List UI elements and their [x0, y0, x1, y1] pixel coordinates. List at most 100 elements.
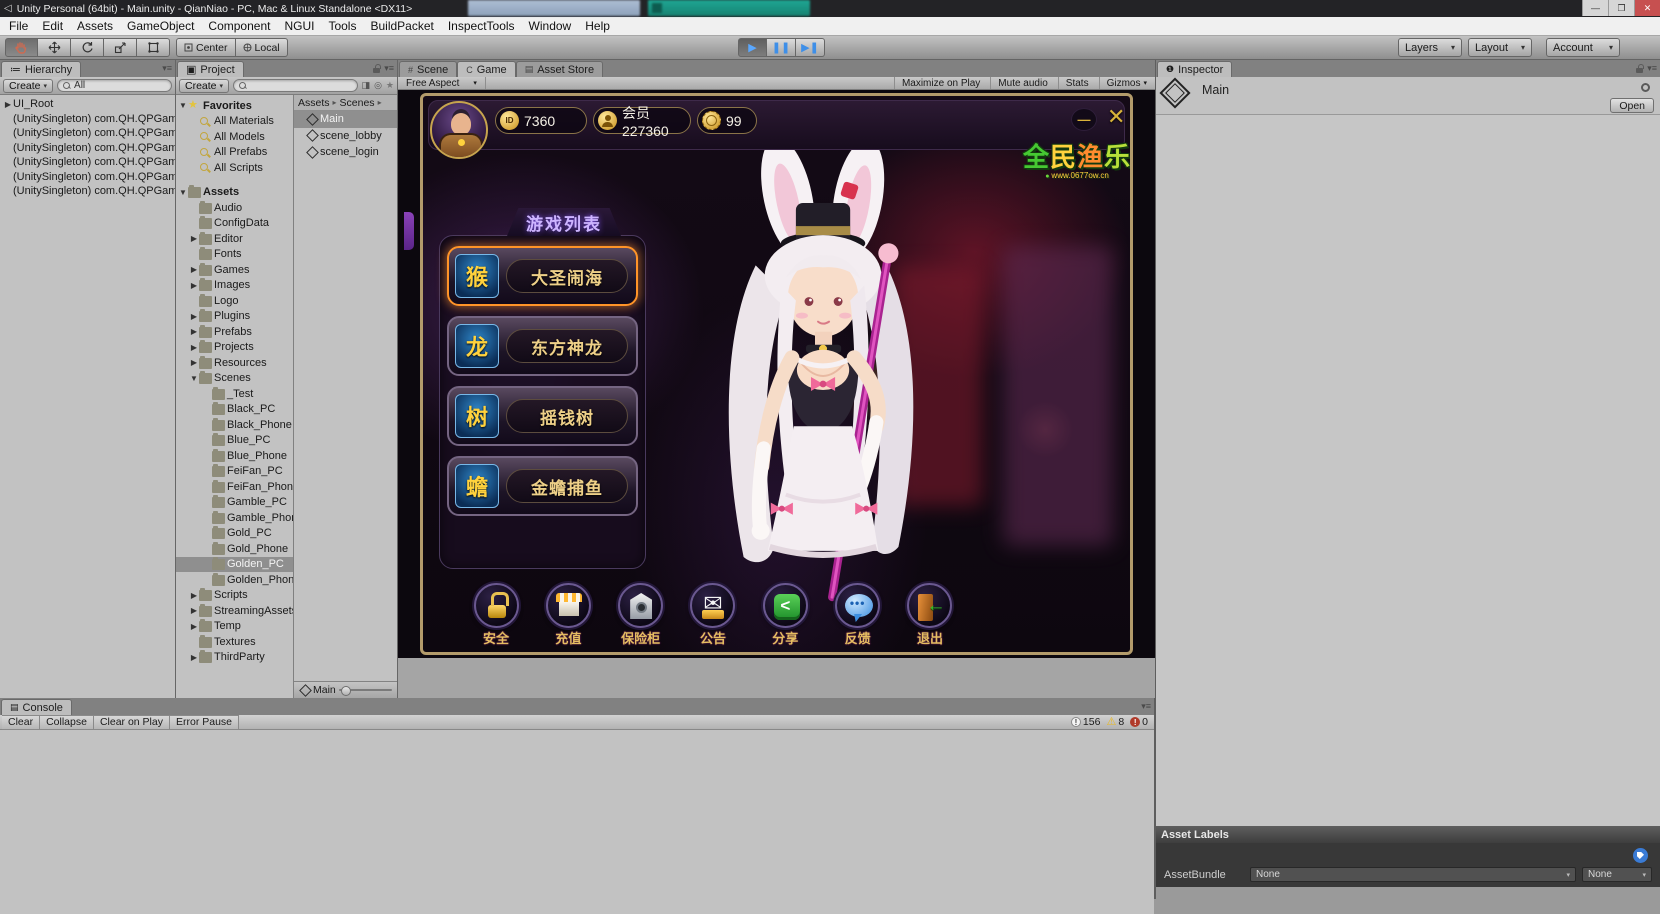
expand-arrow-icon[interactable]: ▶: [3, 100, 13, 109]
create-button[interactable]: Create: [179, 79, 229, 93]
pause-button[interactable]: ❚❚: [767, 38, 796, 57]
expand-arrow-icon[interactable]: ▶: [189, 343, 199, 352]
game-button[interactable]: 树 摇钱树: [447, 386, 638, 446]
menu-item[interactable]: Component: [201, 17, 277, 35]
expand-arrow-icon[interactable]: ▼: [189, 374, 199, 383]
lobby-menu-button[interactable]: ← 退出: [901, 583, 959, 647]
tab-hierarchy[interactable]: ≔Hierarchy: [1, 61, 81, 77]
menu-item[interactable]: Edit: [35, 17, 70, 35]
tab-project[interactable]: ▣Project: [177, 61, 244, 77]
project-tree-item[interactable]: [176, 176, 293, 185]
menu-item[interactable]: InspectTools: [441, 17, 522, 35]
save-search-icon[interactable]: ★: [386, 80, 394, 91]
panel-menu-icon[interactable]: ▾≡: [1647, 63, 1657, 74]
layers-dropdown[interactable]: Layers: [1398, 38, 1462, 57]
asset-file-row[interactable]: Main: [294, 111, 397, 128]
info-count[interactable]: !156: [1071, 716, 1101, 728]
project-tree-item[interactable]: ▶ Temp: [176, 619, 293, 635]
project-tree-item[interactable]: Black_PC: [176, 402, 293, 418]
project-tree-item[interactable]: ▶ Games: [176, 262, 293, 278]
lobby-menu-button[interactable]: < 分享: [756, 583, 814, 647]
expand-arrow-icon[interactable]: ▶: [189, 358, 199, 367]
project-tree-item[interactable]: ▶ StreamingAssets: [176, 603, 293, 619]
view-tab[interactable]: # Scene: [399, 61, 457, 77]
assetbundle-variant-dropdown[interactable]: None: [1582, 867, 1652, 882]
project-tree-item[interactable]: ▶ ThirdParty: [176, 650, 293, 666]
view-tab[interactable]: ▤ Asset Store: [516, 61, 603, 77]
project-tree-item[interactable]: Blue_PC: [176, 433, 293, 449]
lobby-menu-button[interactable]: ••• 反馈: [829, 583, 887, 647]
move-tool-icon[interactable]: [38, 38, 71, 57]
project-tree-item[interactable]: ▶ Editor: [176, 231, 293, 247]
lobby-minimize-button[interactable]: —: [1071, 108, 1097, 131]
close-button[interactable]: ✕: [1634, 0, 1660, 16]
minimize-button[interactable]: —: [1582, 0, 1608, 16]
hierarchy-item[interactable]: (UnitySingleton) com.QH.QPGam: [0, 184, 175, 199]
hand-tool-icon[interactable]: [5, 38, 38, 57]
console-button[interactable]: Clear: [2, 715, 40, 730]
layout-dropdown[interactable]: Layout: [1468, 38, 1532, 57]
open-button[interactable]: Open: [1610, 98, 1654, 113]
menu-item[interactable]: Window: [522, 17, 579, 35]
game-button[interactable]: 猴 大圣闹海: [447, 246, 638, 306]
lobby-menu-button[interactable]: 安全: [467, 583, 525, 647]
project-tree-item[interactable]: All Prefabs: [176, 145, 293, 161]
thumbnail-size-slider[interactable]: [339, 689, 392, 691]
search-by-type-icon[interactable]: ◨: [362, 80, 371, 91]
panel-menu-icon[interactable]: ▾≡: [1141, 701, 1151, 712]
expand-arrow-icon[interactable]: ▶: [189, 591, 199, 600]
menu-item[interactable]: Tools: [321, 17, 363, 35]
lobby-menu-button[interactable]: 保险柜: [612, 583, 670, 647]
menu-item[interactable]: GameObject: [120, 17, 201, 35]
rotate-tool-icon[interactable]: [71, 38, 104, 57]
project-tree-item[interactable]: Gamble_PC: [176, 495, 293, 511]
project-tree-item[interactable]: ▶ Plugins: [176, 309, 293, 325]
expand-arrow-icon[interactable]: ▶: [189, 234, 199, 243]
expand-arrow-icon[interactable]: ▶: [189, 312, 199, 321]
step-button[interactable]: ▶❚: [796, 38, 825, 57]
lobby-menu-button[interactable]: ✉ 公告: [684, 583, 742, 647]
player-avatar[interactable]: [430, 101, 488, 159]
gameview-toggle-button[interactable]: Maximize on Play: [894, 77, 990, 89]
project-tree-item[interactable]: ▼ Scenes: [176, 371, 293, 387]
search-by-label-icon[interactable]: ◎: [374, 80, 382, 91]
pivot-local-button[interactable]: Local: [236, 38, 288, 57]
console-button[interactable]: Collapse: [40, 715, 94, 730]
aspect-dropdown[interactable]: Free Aspect: [398, 77, 486, 89]
tab-console[interactable]: ▤Console: [1, 699, 72, 715]
project-tree-item[interactable]: Fonts: [176, 247, 293, 263]
pivot-center-button[interactable]: Center: [176, 38, 236, 57]
menu-item[interactable]: Help: [578, 17, 617, 35]
gameview-toggle-button[interactable]: Mute audio: [990, 77, 1057, 89]
asset-file-row[interactable]: scene_login: [294, 144, 397, 161]
error-count[interactable]: !0: [1130, 716, 1148, 728]
asset-file-row[interactable]: scene_lobby: [294, 128, 397, 145]
project-tree-item[interactable]: Golden_PC: [176, 557, 293, 573]
expand-arrow-icon[interactable]: ▼: [178, 101, 188, 110]
menu-item[interactable]: File: [2, 17, 35, 35]
project-tree-item[interactable]: ▼ Favorites: [176, 98, 293, 114]
hierarchy-search-input[interactable]: All: [57, 79, 172, 92]
lock-icon[interactable]: [1636, 64, 1643, 73]
menu-item[interactable]: Assets: [70, 17, 120, 35]
console-button[interactable]: Error Pause: [170, 715, 239, 730]
project-tree-item[interactable]: FeiFan_PC: [176, 464, 293, 480]
project-tree-item[interactable]: Audio: [176, 200, 293, 216]
panel-menu-icon[interactable]: ▾≡: [384, 63, 394, 74]
project-tree-item[interactable]: ▶ Prefabs: [176, 324, 293, 340]
hierarchy-item[interactable]: (UnitySingleton) com.QH.QPGam: [0, 112, 175, 127]
project-tree-item[interactable]: Black_Phone: [176, 417, 293, 433]
project-tree-item[interactable]: Gamble_Phone: [176, 510, 293, 526]
maximize-button[interactable]: ❐: [1608, 0, 1634, 16]
gameview-toggle-button[interactable]: Stats: [1058, 77, 1099, 89]
tab-inspector[interactable]: ❶Inspector: [1157, 61, 1232, 77]
project-tree-item[interactable]: All Models: [176, 129, 293, 145]
create-button[interactable]: Create: [3, 79, 53, 93]
scale-tool-icon[interactable]: [104, 38, 137, 57]
project-tree-item[interactable]: ▶ Projects: [176, 340, 293, 356]
project-tree-item[interactable]: ▶ Images: [176, 278, 293, 294]
hierarchy-item[interactable]: ▶ UI_Root: [0, 97, 175, 112]
lobby-close-button[interactable]: ✕: [1107, 104, 1125, 130]
project-tree-item[interactable]: ConfigData: [176, 216, 293, 232]
panel-menu-icon[interactable]: ▾≡: [162, 63, 172, 74]
